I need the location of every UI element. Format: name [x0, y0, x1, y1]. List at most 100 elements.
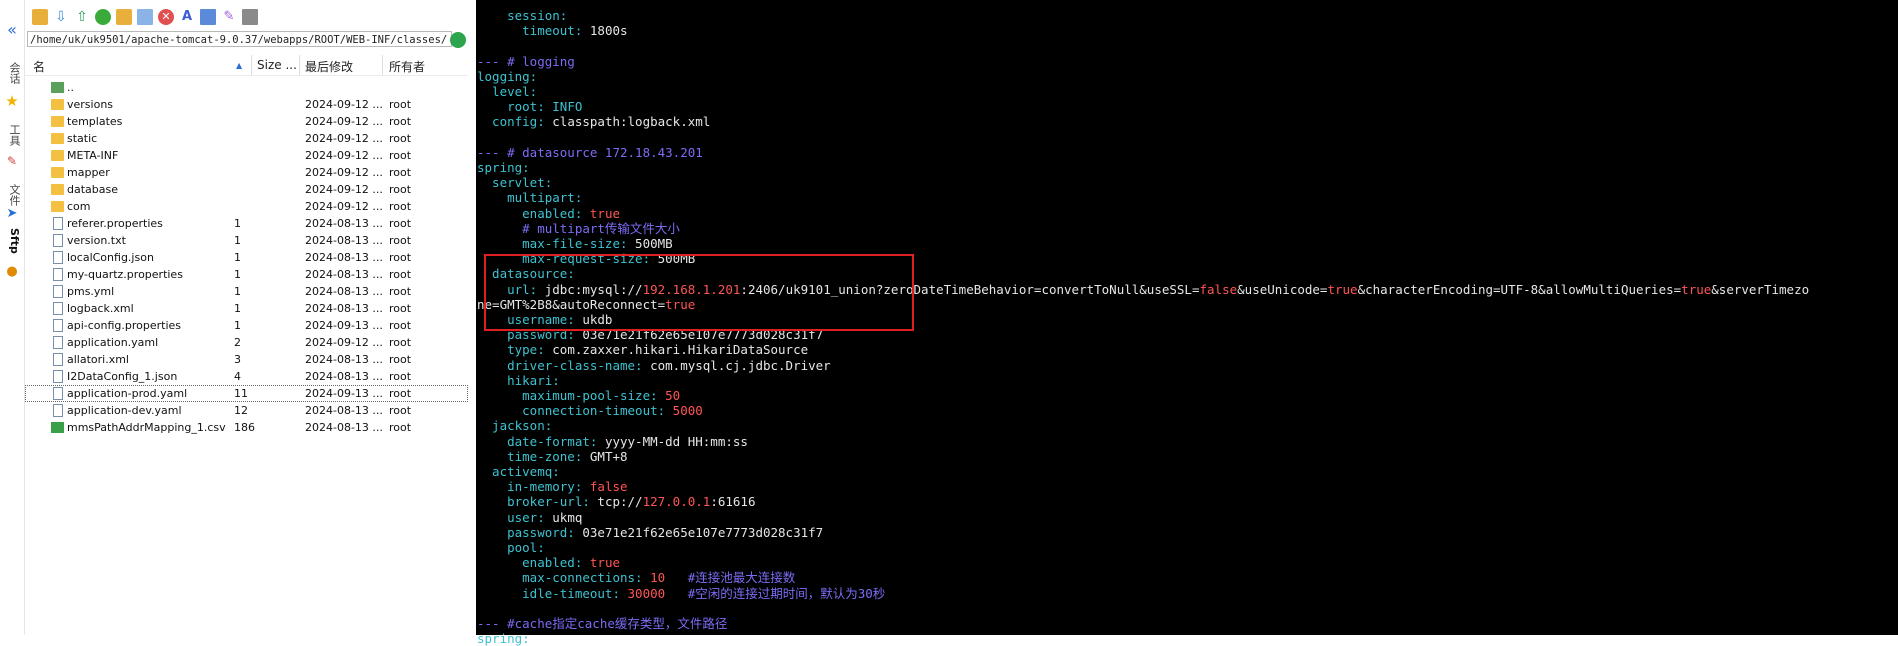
new-folder-icon[interactable] — [116, 9, 132, 25]
file-row[interactable]: .. — [25, 79, 468, 96]
terminal-panel[interactable]: session: timeout: 1800s --- # logging logg… — [476, 0, 1898, 646]
col-name[interactable]: 名 — [33, 58, 45, 75]
terminal-text: time-zone: — [477, 448, 590, 464]
terminal-line: pool: — [477, 540, 545, 555]
terminal-text: activemq: — [477, 464, 560, 479]
file-size: 1 — [234, 268, 241, 281]
file-name: version.txt — [67, 234, 126, 247]
file-row[interactable]: META-INF 2024-09-12 ... root — [25, 147, 468, 164]
terminal-line: idle-timeout: 30000 #空闲的连接过期时间，默认为30秒 — [477, 586, 885, 601]
file-row[interactable]: mmsPathAddrMapping_1.csv 186 2024-08-13 ..… — [25, 419, 468, 436]
file-modified: 2024-08-13 ... — [305, 251, 383, 264]
file-row[interactable]: database 2024-09-12 ... root — [25, 181, 468, 198]
terminal-text: 500MB — [635, 236, 673, 251]
terminal-text: max-file-size: — [477, 236, 636, 251]
download-icon[interactable]: ⇩ — [53, 9, 69, 25]
terminal-text: maximum-pool-size: — [477, 388, 666, 403]
delete-icon[interactable]: ✕ — [158, 9, 174, 25]
path-go-icon[interactable] — [450, 32, 466, 48]
new-file-icon[interactable] — [137, 9, 153, 25]
file-row[interactable]: versions 2024-09-12 ... root — [25, 96, 468, 113]
terminal-text: idle-timeout: — [477, 585, 628, 601]
terminal-text: com.zaxxer.hikari.HikariDataSource — [552, 342, 809, 358]
refresh-icon[interactable] — [95, 9, 111, 25]
sidebar-item-files[interactable]: 文件 — [4, 184, 22, 206]
terminal-line: maximum-pool-size: 50 — [477, 388, 680, 403]
file-list: .. versions 2024-09-12 ... root templates 202… — [25, 79, 468, 436]
file-row[interactable]: static 2024-09-12 ... root — [25, 130, 468, 147]
open-folder-icon[interactable] — [32, 9, 48, 25]
file-name: mapper — [67, 166, 110, 179]
file-owner: root — [389, 353, 412, 366]
sidebar-item-sftp[interactable]: Sftp — [4, 228, 22, 254]
file-row[interactable]: my-quartz.properties 1 2024-08-13 ... root — [25, 266, 468, 283]
file-icon — [53, 217, 63, 230]
folder-icon — [51, 167, 64, 178]
file-name: versions — [67, 98, 114, 111]
file-icon — [53, 285, 63, 298]
file-row[interactable]: api-config.properties 1 2024-09-13 ... root — [25, 317, 468, 334]
terminal-text: pool: — [477, 540, 545, 555]
file-owner: root — [389, 115, 412, 128]
file-modified: 2024-09-12 ... — [305, 183, 383, 196]
upload-icon[interactable]: ⇧ — [74, 9, 90, 25]
file-row[interactable]: allatori.xml 3 2024-08-13 ... root — [25, 351, 468, 368]
terminal-text: #空闲的连接过期时间，默认为30秒 — [665, 585, 886, 601]
folder-icon — [51, 133, 64, 144]
terminal-text: #连接池最大连接数 — [665, 570, 796, 586]
terminal-line: level: — [477, 84, 537, 99]
file-row[interactable]: application-prod.yaml 11 2024-09-13 ... roo… — [25, 385, 468, 402]
file-row[interactable]: application.yaml 2 2024-09-12 ... root — [25, 334, 468, 351]
file-row[interactable]: localConfig.json 1 2024-08-13 ... root — [25, 249, 468, 266]
terminal-line: date-format: yyyy-MM-dd HH:mm:ss — [477, 434, 748, 449]
file-modified: 2024-09-12 ... — [305, 336, 383, 349]
send-icon[interactable]: ➤ — [3, 206, 21, 221]
sidebar-item-tools[interactable]: 工具 — [4, 124, 22, 146]
file-row[interactable]: pms.yml 1 2024-08-13 ... root — [25, 283, 468, 300]
col-separator[interactable] — [251, 55, 252, 75]
file-icon — [53, 336, 63, 349]
terminal-text: date-format: — [477, 433, 605, 449]
rename-icon[interactable]: A — [179, 9, 195, 25]
file-owner: root — [389, 336, 412, 349]
file-size: 12 — [234, 404, 248, 417]
collapse-icon[interactable]: « — [3, 20, 21, 39]
terminal-text: &useUnicode= — [1237, 281, 1328, 297]
col-separator[interactable] — [382, 55, 383, 75]
col-owner[interactable]: 所有者 — [389, 58, 425, 75]
file-owner: root — [389, 234, 412, 247]
file-row[interactable]: logback.xml 1 2024-08-13 ... root — [25, 300, 468, 317]
file-name: I2DataConfig_1.json — [67, 370, 178, 383]
file-row[interactable]: version.txt 1 2024-08-13 ... root — [25, 232, 468, 249]
terminal-line: in-memory: false — [477, 479, 627, 494]
path-input[interactable]: /home/uk/uk9501/apache-tomcat-9.0.37/web… — [27, 31, 452, 47]
file-row[interactable]: com 2024-09-12 ... root — [25, 198, 468, 215]
file-size: 4 — [234, 370, 241, 383]
file-icon — [53, 319, 63, 332]
spreadsheet-icon — [51, 422, 64, 433]
file-row[interactable]: I2DataConfig_1.json 4 2024-08-13 ... root — [25, 368, 468, 385]
terminal-text: --- # logging — [477, 53, 575, 69]
terminal-text: user: — [477, 509, 553, 525]
properties-icon[interactable] — [200, 9, 216, 25]
file-row[interactable]: referer.properties 1 2024-08-13 ... root — [25, 215, 468, 232]
terminal-line: spring: — [477, 631, 530, 646]
terminal-text: ukmq — [552, 509, 583, 525]
file-row[interactable]: templates 2024-09-12 ... root — [25, 113, 468, 130]
file-row[interactable]: mapper 2024-09-12 ... root — [25, 164, 468, 181]
terminal-text: broker-url: — [477, 494, 598, 510]
col-modified[interactable]: 最后修改 — [305, 58, 353, 75]
globe-icon[interactable]: ● — [3, 264, 21, 279]
highlight-box — [484, 254, 914, 331]
sidebar-item-sessions[interactable]: 会话 — [4, 62, 22, 84]
tools-icon[interactable]: ✎ — [3, 154, 21, 168]
file-row[interactable]: application-dev.yaml 12 2024-08-13 ... root — [25, 402, 468, 419]
col-separator[interactable] — [299, 55, 300, 75]
terminal-icon[interactable] — [242, 9, 258, 25]
file-icon — [53, 234, 63, 247]
sort-asc-icon[interactable]: ▲ — [236, 61, 242, 70]
file-modified: 2024-09-12 ... — [305, 132, 383, 145]
col-size[interactable]: Size ... — [257, 58, 297, 72]
star-icon[interactable]: ★ — [3, 92, 21, 110]
edit-icon[interactable]: ✎ — [221, 9, 237, 25]
